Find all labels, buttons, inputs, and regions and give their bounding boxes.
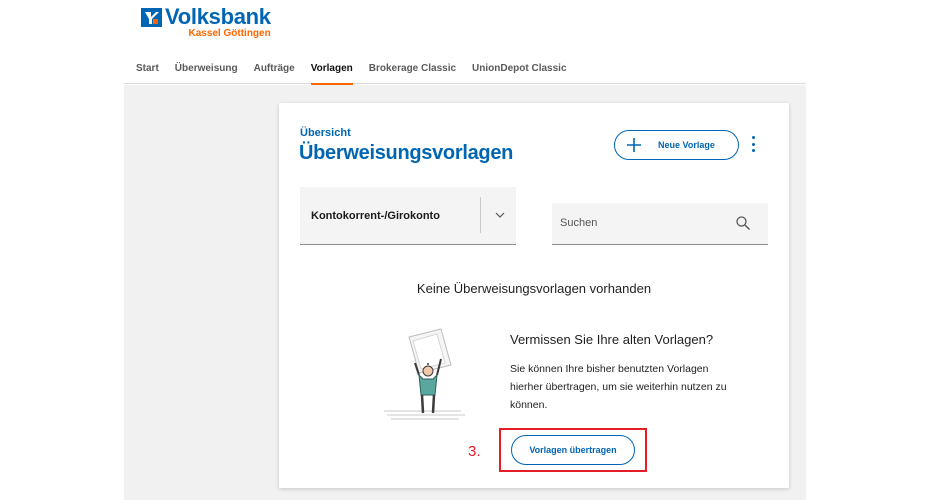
nav-item-auftraege[interactable]: Aufträge bbox=[254, 56, 295, 77]
kebab-icon[interactable] bbox=[748, 136, 758, 152]
chevron-down-icon bbox=[495, 212, 505, 218]
empty-state-message: Keine Überweisungsvorlagen vorhanden bbox=[416, 281, 652, 296]
new-template-button[interactable]: Neue Vorlage bbox=[614, 130, 739, 160]
templates-card: Übersicht Überweisungsvorlagen Neue Vorl… bbox=[279, 103, 789, 488]
nav-item-ueberweisung[interactable]: Überweisung bbox=[175, 56, 238, 77]
search-field bbox=[552, 203, 768, 245]
volksbank-logo-icon bbox=[141, 8, 162, 27]
new-template-label: Neue Vorlage bbox=[658, 140, 715, 150]
nav-item-vorlagen[interactable]: Vorlagen bbox=[310, 56, 353, 85]
plus-icon bbox=[627, 138, 641, 152]
brand-sub: Kassel Göttingen bbox=[188, 28, 271, 39]
main-nav: Start Überweisung Aufträge Vorlagen Brok… bbox=[124, 56, 806, 85]
nav-item-uniondepot-classic[interactable]: UnionDepot Classic bbox=[472, 56, 566, 77]
nav-item-start[interactable]: Start bbox=[136, 56, 159, 77]
account-select-value: Kontokorrent-/Girokonto bbox=[311, 210, 440, 222]
search-input[interactable] bbox=[560, 217, 720, 229]
search-icon[interactable] bbox=[736, 216, 750, 230]
page-title: Überweisungsvorlagen bbox=[299, 142, 514, 164]
nav-item-brokerage-classic[interactable]: Brokerage Classic bbox=[369, 56, 456, 77]
page-subtitle: Übersicht bbox=[300, 127, 351, 139]
brand-name: Volksbank bbox=[165, 4, 271, 29]
missing-templates-text: Sie können Ihre bisher benutzten Vorlage… bbox=[510, 363, 727, 411]
volksbank-logo[interactable]: Volksbank Kassel Göttingen bbox=[141, 6, 271, 39]
person-with-documents-illustration bbox=[384, 328, 465, 420]
transfer-templates-button[interactable]: Vorlagen übertragen bbox=[511, 435, 635, 465]
step-annotation: 3. bbox=[468, 443, 481, 460]
missing-templates-title: Vermissen Sie Ihre alten Vorlagen? bbox=[510, 332, 714, 347]
account-select[interactable]: Kontokorrent-/Girokonto bbox=[300, 187, 516, 245]
select-divider bbox=[480, 197, 481, 233]
